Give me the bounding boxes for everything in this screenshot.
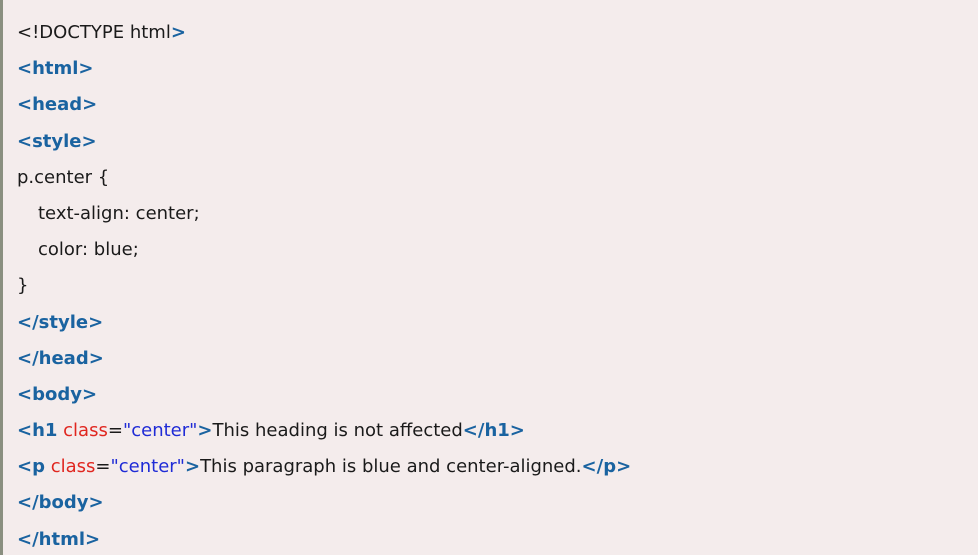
p-content: This paragraph is blue and center-aligne… bbox=[200, 456, 582, 478]
doctype-text: <!DOCTYPE html bbox=[17, 22, 171, 43]
code-line-html-close: </html> bbox=[17, 522, 978, 555]
code-line-color: color: blue; bbox=[17, 232, 978, 268]
code-line-head-close: </head> bbox=[17, 341, 978, 377]
h1-equals-sign: = bbox=[107, 420, 123, 442]
code-line-h1: <h1 class="center">This heading is not a… bbox=[17, 413, 978, 449]
p-class-attribute: class bbox=[50, 456, 96, 478]
p-open-tag: <p bbox=[17, 456, 45, 478]
code-line-style-close: </style> bbox=[17, 305, 978, 341]
h1-open-tag-close: > bbox=[197, 420, 213, 442]
code-line-p: <p class="center">This paragraph is blue… bbox=[17, 449, 978, 485]
body-close-tag: </body> bbox=[17, 492, 104, 514]
code-line-rule-close: } bbox=[17, 268, 978, 304]
body-open-tag: <body> bbox=[17, 383, 98, 405]
style-close-tag: </style> bbox=[17, 311, 104, 333]
html-close-tag: </html> bbox=[17, 528, 101, 550]
code-example-block: <!DOCTYPE html> <html> <head> <style> p.… bbox=[0, 0, 978, 555]
code-line-selector: p.center { bbox=[17, 160, 978, 196]
h1-class-attribute: class bbox=[63, 420, 108, 442]
style-open-tag: <style> bbox=[17, 130, 97, 152]
code-line-doctype: <!DOCTYPE html> bbox=[17, 15, 978, 51]
doctype-close-bracket: > bbox=[170, 22, 186, 43]
p-equals-sign: = bbox=[95, 456, 111, 478]
html-open-tag: <html> bbox=[17, 58, 94, 80]
code-line-html-open: <html> bbox=[17, 51, 978, 87]
head-close-tag: </head> bbox=[17, 347, 104, 369]
p-open-tag-close: > bbox=[184, 456, 201, 478]
code-line-body-close: </body> bbox=[17, 485, 978, 521]
h1-class-value: "center" bbox=[122, 420, 198, 442]
code-line-style-open: <style> bbox=[17, 124, 978, 160]
h1-open-tag: <h1 bbox=[17, 420, 58, 442]
css-rule-close-brace: } bbox=[17, 275, 29, 297]
h1-close-tag: </h1> bbox=[462, 420, 525, 442]
css-declaration-color: color: blue; bbox=[38, 239, 139, 261]
code-line-head-open: <head> bbox=[17, 87, 978, 123]
code-line-body-open: <body> bbox=[17, 377, 978, 413]
p-class-value: "center" bbox=[110, 456, 185, 478]
head-open-tag: <head> bbox=[17, 94, 98, 116]
css-selector: p.center { bbox=[17, 166, 110, 188]
css-declaration-text-align: text-align: center; bbox=[38, 202, 200, 224]
p-close-tag: </p> bbox=[581, 456, 632, 478]
h1-content: This heading is not affected bbox=[212, 420, 463, 442]
code-line-text-align: text-align: center; bbox=[17, 196, 978, 232]
